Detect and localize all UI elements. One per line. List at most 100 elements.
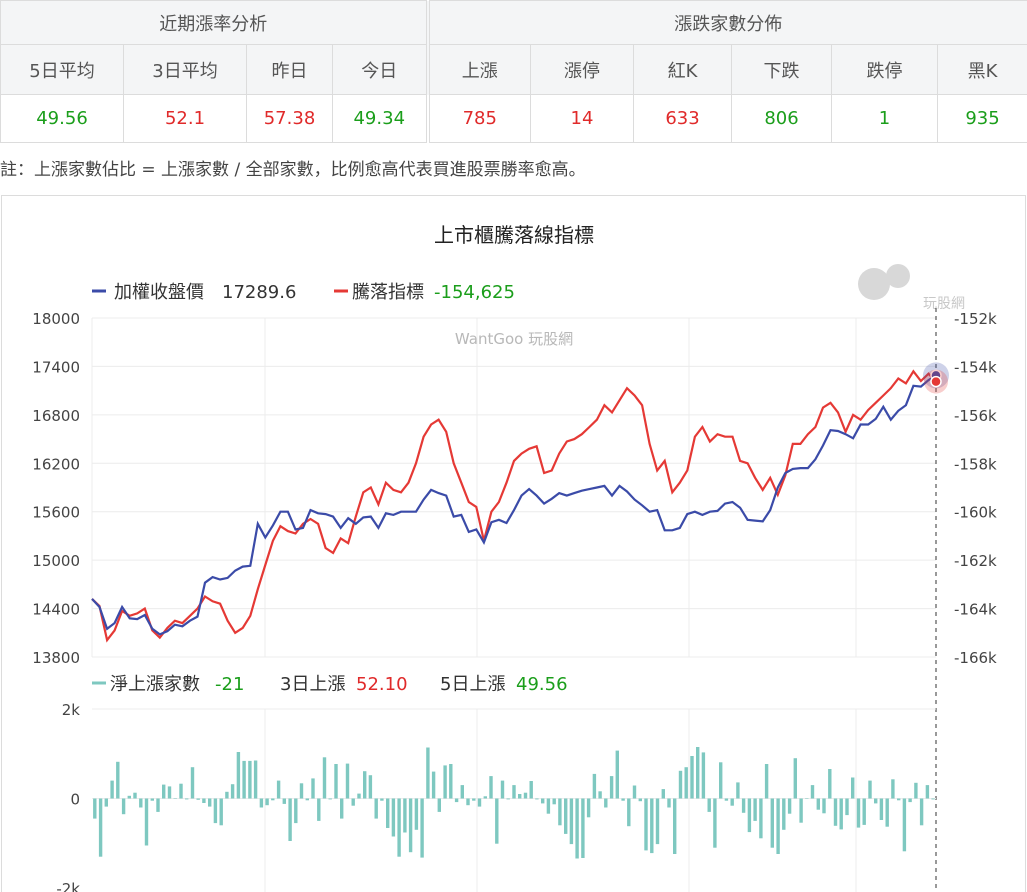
net-advance-bar: [253, 760, 258, 799]
y-right-tick: -158k: [954, 455, 997, 473]
net-advance-bar: [305, 798, 309, 801]
net-advance-bar: [144, 798, 149, 846]
net-advance-bar: [282, 798, 286, 804]
net-advance-bar: [885, 798, 889, 827]
net-advance-bar: [225, 791, 229, 799]
net-advance-bar: [753, 798, 757, 821]
net-advance-bar: [345, 763, 350, 799]
col-value: 1: [831, 94, 938, 143]
net-advance-bar: [845, 798, 849, 816]
net-advance-bar: [793, 758, 797, 799]
net-advance-bar: [512, 785, 516, 799]
net-advance-bar: [489, 776, 493, 799]
net-advance-bar: [408, 798, 413, 853]
net-advance-bar: [638, 798, 642, 802]
group-recent-ratio: 近期漲率分析: [0, 0, 428, 45]
net-advance-bar: [317, 798, 321, 821]
net-advance-bar: [621, 798, 625, 801]
net-advance-bar: [248, 760, 252, 799]
net-advance-bar: [661, 789, 665, 799]
adl-end-point: [930, 375, 942, 388]
net-advance-bar: [822, 798, 826, 814]
net-advance-bar: [466, 798, 470, 806]
net-advance-bar: [851, 777, 855, 799]
net-advance-bar: [575, 798, 579, 859]
col-value: 49.34: [332, 94, 428, 143]
net-advance-bar: [162, 784, 166, 799]
net-advance-bar: [839, 798, 843, 830]
net-advance-bar: [810, 785, 815, 799]
net-advance-bar: [541, 798, 545, 804]
net-advance-bar: [644, 798, 648, 851]
net-advance-bar: [437, 798, 441, 812]
col-value: 935: [936, 94, 1027, 143]
net-advance-bar: [931, 798, 935, 800]
net-advance-bar: [116, 761, 120, 799]
col-value: 785: [425, 94, 531, 143]
net-advance-bar: [523, 792, 528, 799]
net-advance-bar: [271, 798, 275, 801]
net-advance-bar: [495, 798, 499, 844]
net-advance-bar: [259, 798, 264, 808]
net-advance-bar: [121, 798, 126, 815]
net-advance-bar: [713, 798, 717, 848]
legend-index-name: 加權收盤價: [114, 282, 204, 303]
net-advance-bar: [449, 764, 453, 799]
net-advance-bar: [328, 798, 332, 800]
net-advance-bar: [500, 780, 505, 799]
net-advance-bar: [190, 767, 195, 799]
net-advance-bar: [736, 782, 740, 799]
net-advance-bar: [828, 769, 832, 799]
net-advance-bar: [707, 798, 711, 812]
y-right-tick: -152k: [954, 310, 997, 328]
watermark-text: WantGoo 玩股網: [455, 330, 573, 348]
col-header: 3日平均: [123, 44, 247, 95]
net-advance-bar: [150, 798, 154, 801]
net-advance-bar: [558, 798, 562, 826]
sub-y-tick: 2k: [62, 701, 81, 719]
net-advance-bar: [816, 798, 820, 810]
net-advance-bar: [914, 782, 918, 799]
net-advance-bar: [529, 781, 533, 799]
net-advance-bar: [609, 776, 614, 799]
net-advance-bar: [782, 798, 786, 830]
net-advance-bar: [104, 798, 108, 807]
net-advance-bar: [420, 798, 424, 858]
y-left-tick: 18000: [32, 310, 80, 328]
legend-index-value: 17289.6: [222, 282, 296, 303]
net-advance-bar: [730, 798, 734, 806]
net-advance-bar: [460, 785, 464, 799]
net-advance-bar: [139, 798, 143, 808]
net-advance-bar: [569, 798, 574, 845]
net-advance-bar: [604, 798, 608, 808]
y-left-tick: 13800: [32, 649, 80, 667]
net-advance-bar: [833, 798, 838, 826]
net-advance-bar: [552, 798, 556, 805]
adl-line: [91, 369, 937, 643]
net-advance-bar: [391, 798, 396, 837]
y-left-tick: 16200: [32, 455, 80, 473]
net-advance-bar: [586, 798, 591, 818]
net-advance-bar: [133, 792, 137, 799]
net-advance-bar: [655, 798, 660, 845]
net-advance-bar: [213, 798, 218, 824]
legend-net-name: 淨上漲家數: [110, 674, 200, 695]
net-advance-bar: [701, 752, 706, 799]
y-right-tick: -162k: [954, 552, 997, 570]
net-advance-bar: [632, 785, 637, 799]
net-advance-bar: [380, 798, 384, 801]
net-advance-bar: [615, 750, 619, 799]
net-advance-bar: [179, 783, 183, 799]
net-advance-bar: [747, 798, 752, 833]
net-advance-bar: [546, 798, 551, 814]
col-header: 昨日: [246, 44, 333, 95]
net-advance-bar: [592, 773, 597, 799]
col-value: 52.1: [123, 94, 247, 143]
net-advance-bar: [311, 778, 315, 799]
net-advance-bar: [454, 798, 459, 803]
chart-title: 上市櫃騰落線指標: [434, 223, 594, 247]
net-advance-bar: [925, 785, 930, 799]
net-advance-bar: [627, 798, 631, 827]
net-advance-bar: [684, 767, 688, 799]
net-advance-bar: [477, 798, 482, 807]
